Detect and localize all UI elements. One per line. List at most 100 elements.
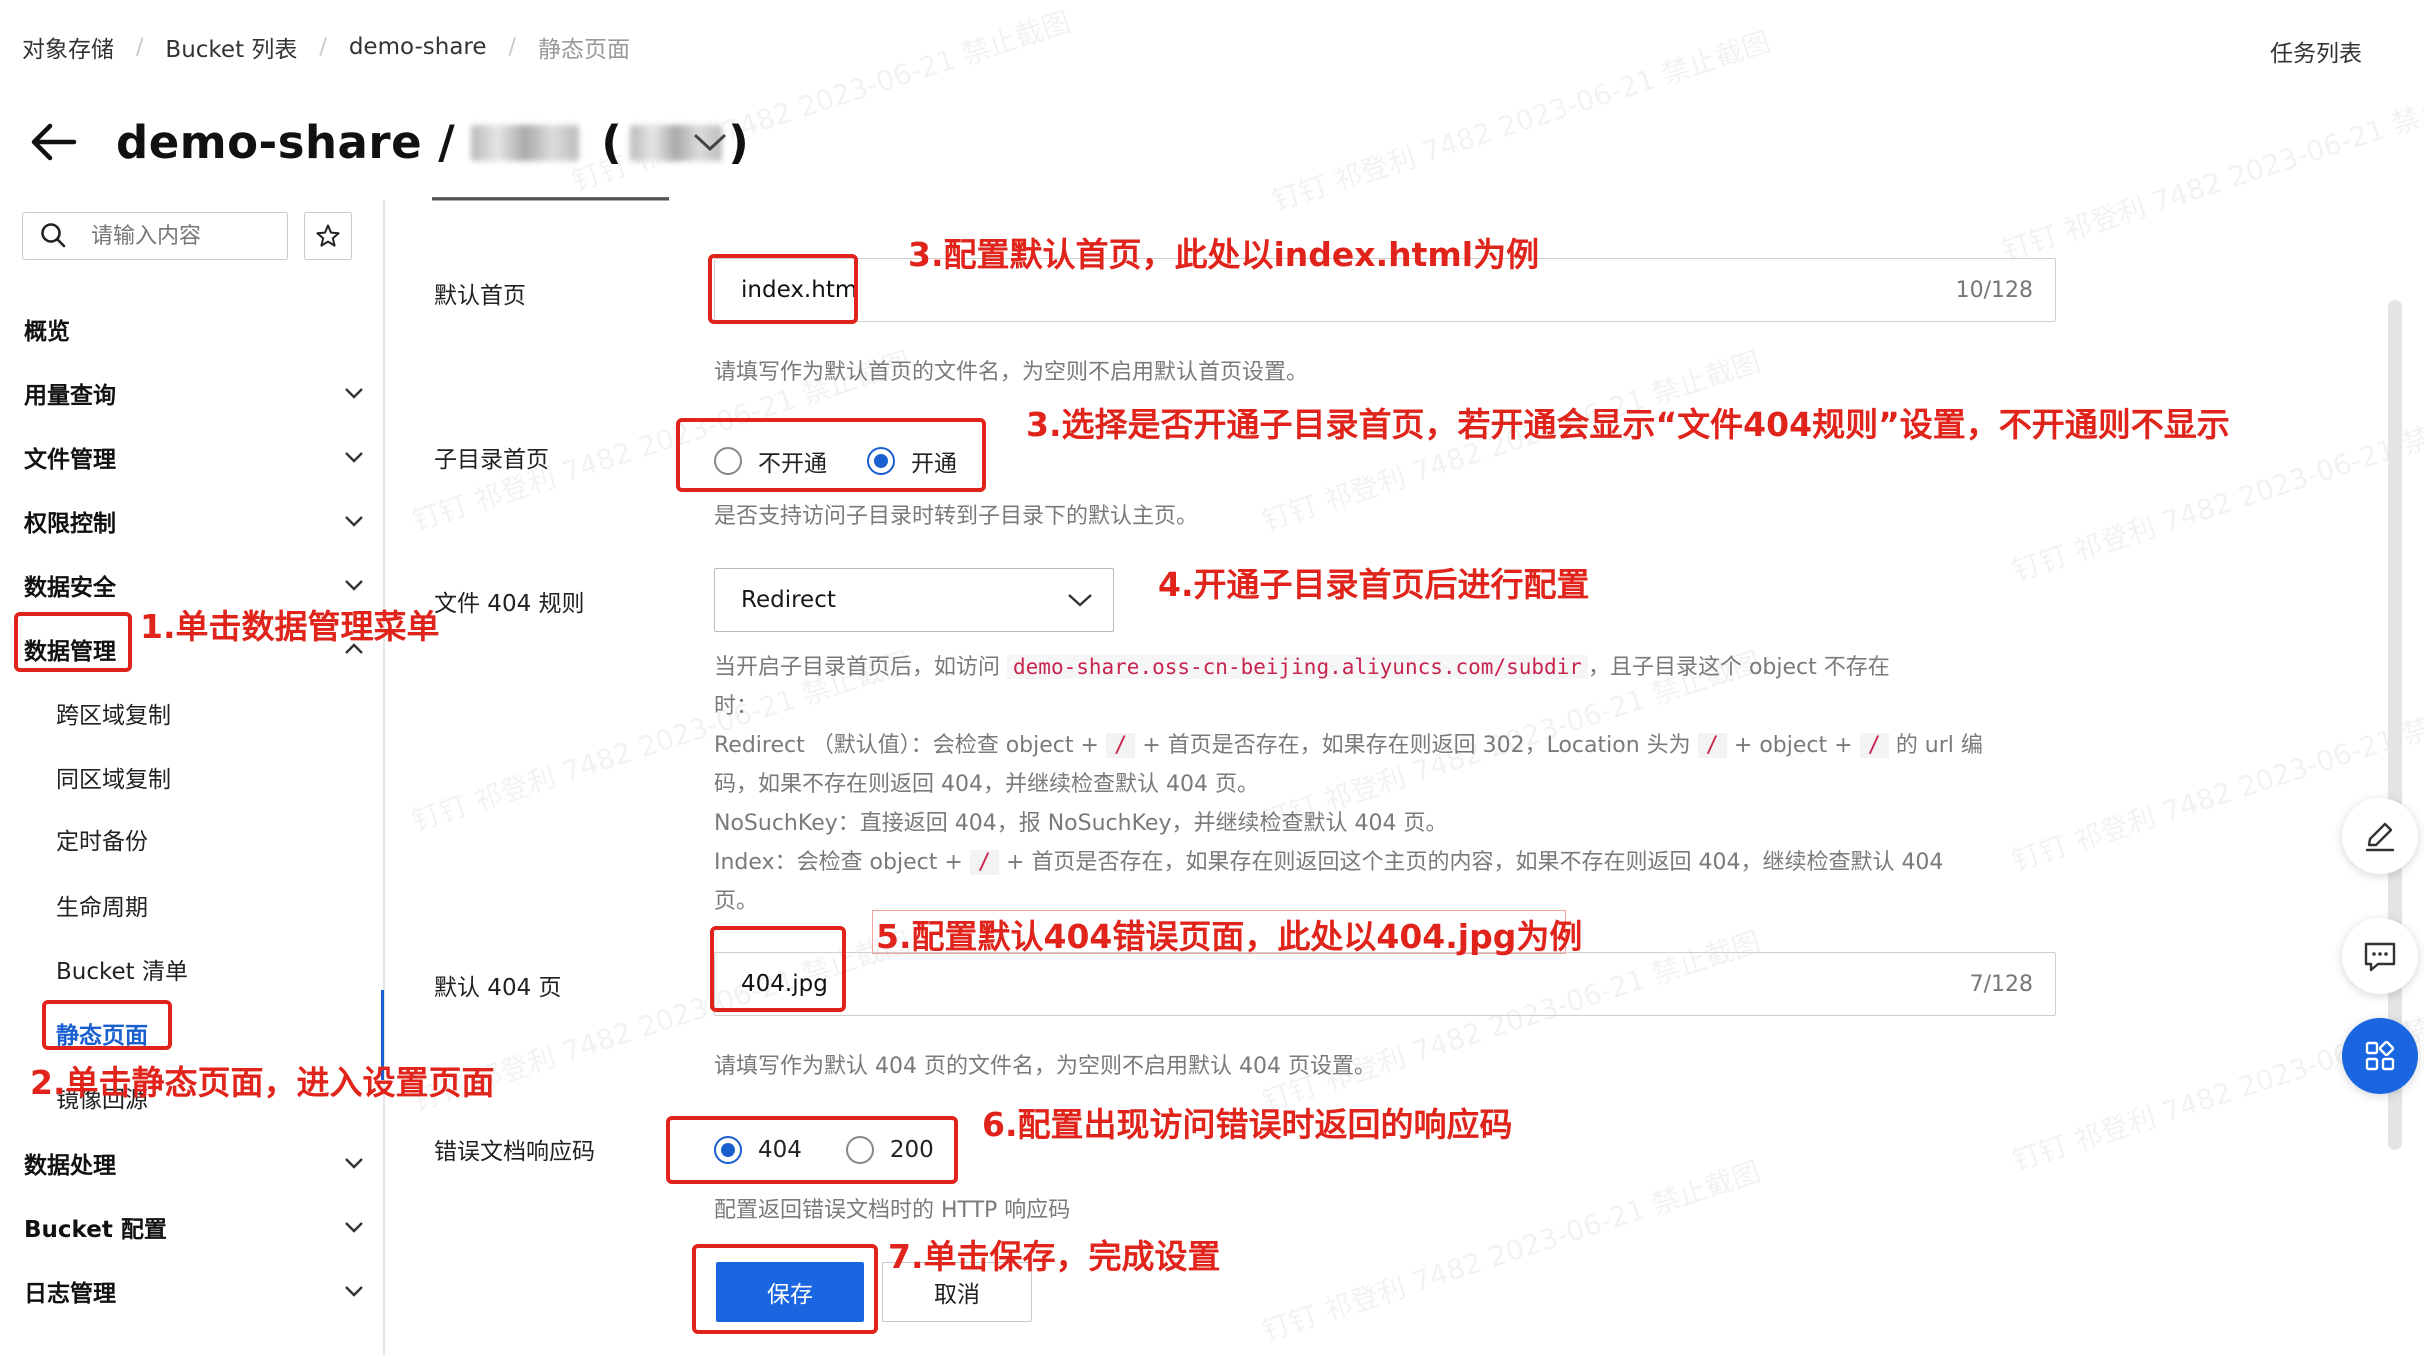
desc-line: 时： bbox=[714, 694, 759, 719]
sidebar-item-overview[interactable]: 概览 bbox=[24, 312, 364, 346]
char-count: 10/128 bbox=[1955, 277, 2033, 303]
desc-text: Redirect （默认值）：会检查 object + bbox=[714, 733, 1099, 758]
desc-line: 码，如果不存在则返回 404，并继续检查默认 404 页。 bbox=[714, 772, 1259, 797]
chevron-down-icon bbox=[345, 580, 363, 591]
annotation-box-data-management bbox=[14, 612, 132, 672]
sidebar-item-bucket-config[interactable]: Bucket 配置 bbox=[24, 1210, 364, 1244]
desc-line: Redirect （默认值）：会检查 object + / + 首页是否存在，如… bbox=[714, 726, 2054, 765]
chat-button[interactable] bbox=[2342, 918, 2418, 994]
sidebar-item-scheduled-backup[interactable]: 定时备份 bbox=[56, 822, 148, 856]
chevron-down-icon bbox=[1068, 594, 1092, 607]
annotation-step5: 5.配置默认404错误页面，此处以404.jpg为例 bbox=[876, 917, 1583, 956]
default-index-label: 默认首页 bbox=[434, 283, 526, 309]
sidebar-search[interactable] bbox=[22, 212, 288, 260]
sidebar-item-data-security[interactable]: 数据安全 bbox=[24, 568, 364, 602]
sidebar-item-label: 概览 bbox=[24, 319, 70, 345]
subdir-index-help: 是否支持访问子目录时转到子目录下的默认主页。 bbox=[714, 504, 1199, 529]
star-icon bbox=[316, 224, 340, 247]
feedback-button[interactable] bbox=[2342, 798, 2418, 874]
page-title-text: demo-share / bbox=[116, 116, 456, 169]
slash-code: / bbox=[1105, 733, 1136, 758]
annotation-box-default-index bbox=[708, 254, 858, 324]
sidebar-item-permission[interactable]: 权限控制 bbox=[24, 504, 364, 538]
breadcrumb-item[interactable]: 对象存储 bbox=[22, 30, 114, 64]
file-404-rule-select[interactable]: Redirect bbox=[714, 568, 1114, 632]
desc-text: + 首页是否存在，如果存在则返回这个主页的内容，如果不存在则返回 404，继续检… bbox=[1006, 850, 1944, 875]
favorite-button[interactable] bbox=[304, 212, 352, 260]
task-list-link[interactable]: 任务列表 bbox=[2270, 34, 2362, 68]
sidebar-item-same-region-replication[interactable]: 同区域复制 bbox=[56, 760, 171, 794]
breadcrumb-current: 静态页面 bbox=[537, 37, 630, 63]
desc-text: ，且子目录这个 object 不存在 bbox=[1587, 655, 1890, 680]
sidebar-item-data-processing[interactable]: 数据处理 bbox=[24, 1146, 364, 1180]
apps-button[interactable] bbox=[2342, 1018, 2418, 1094]
title-paren-close: ) bbox=[728, 116, 750, 169]
sidebar-item-label: 用量查询 bbox=[24, 383, 116, 409]
sidebar-item-label: 权限控制 bbox=[24, 511, 116, 537]
char-count: 7/128 bbox=[1969, 971, 2033, 997]
sidebar-item-label: Bucket 配置 bbox=[24, 1217, 167, 1243]
error-code-label: 错误文档响应码 bbox=[434, 1139, 595, 1165]
sidebar-item-label: 数据处理 bbox=[24, 1153, 116, 1179]
edit-icon bbox=[2365, 822, 2395, 852]
annotation-step3b: 3.选择是否开通子目录首页，若开通会显示“文件404规则”设置，不开通则不显示 bbox=[1026, 405, 2230, 444]
file-404-rule-label: 文件 404 规则 bbox=[434, 591, 585, 617]
sidebar-item-log-management[interactable]: 日志管理 bbox=[24, 1274, 364, 1308]
annotation-step7: 7.单击保存，完成设置 bbox=[888, 1237, 1221, 1276]
breadcrumb-item[interactable]: Bucket 列表 bbox=[165, 30, 297, 64]
desc-line: NoSuchKey：直接返回 404，报 NoSuchKey，并继续检查默认 4… bbox=[714, 811, 1448, 836]
breadcrumb-separator: / bbox=[319, 34, 327, 60]
clipped-description: ▁▁▁▁▁▁▁▁▁▁▁▁▁▁ bbox=[432, 190, 1332, 212]
search-input[interactable] bbox=[91, 223, 281, 249]
sidebar-item-label: 文件管理 bbox=[24, 447, 116, 473]
file-404-rule-description: 当开启子目录首页后，如访问 demo-share.oss-cn-beijing.… bbox=[714, 648, 2054, 921]
annotation-step4: 4.开通子目录首页后进行配置 bbox=[1158, 565, 1590, 604]
default-404-input[interactable]: 404.jpg 7/128 bbox=[714, 952, 2056, 1016]
breadcrumb-separator: / bbox=[136, 34, 144, 60]
sidebar-item-lifecycle[interactable]: 生命周期 bbox=[56, 888, 148, 922]
default-index-help: 请填写作为默认首页的文件名，为空则不启用默认首页设置。 bbox=[714, 360, 1309, 385]
redacted-name bbox=[471, 124, 580, 161]
breadcrumb: 对象存储 / Bucket 列表 / demo-share / 静态页面 bbox=[22, 30, 630, 64]
annotation-step3a: 3.配置默认首页，此处以index.html为例 bbox=[908, 235, 1540, 274]
example-url: demo-share.oss-cn-beijing.aliyuncs.com/s… bbox=[1007, 655, 1588, 679]
annotation-box-default-404 bbox=[710, 926, 846, 1012]
desc-line: 当开启子目录首页后，如访问 demo-share.oss-cn-beijing.… bbox=[714, 648, 2054, 687]
annotation-step1: 1.单击数据管理菜单 bbox=[140, 607, 440, 646]
title-paren-open: ( bbox=[601, 116, 623, 169]
sidebar-item-usage[interactable]: 用量查询 bbox=[24, 376, 364, 410]
desc-text: + 首页是否存在，如果存在则返回 302，Location 头为 bbox=[1142, 733, 1691, 758]
page-title: demo-share / ( ) bbox=[116, 116, 749, 169]
desc-text: Index：会检查 object + bbox=[714, 850, 963, 875]
chevron-down-icon bbox=[345, 388, 363, 399]
watermark: 钉钉 祁登利 7482 2023-06-21 禁止截图 bbox=[1268, 25, 1775, 218]
chevron-down-icon bbox=[345, 452, 363, 463]
slash-code: / bbox=[1859, 733, 1889, 758]
desc-text: 当开启子目录首页后，如访问 bbox=[714, 655, 1001, 680]
chevron-down-icon bbox=[345, 1158, 363, 1169]
slash-code: / bbox=[969, 850, 1000, 875]
watermark: 钉钉 祁登利 7482 2023-06-21 禁止截图 bbox=[1258, 1155, 1765, 1348]
chevron-down-icon bbox=[345, 516, 363, 527]
select-value: Redirect bbox=[741, 587, 836, 613]
watermark: 钉钉 祁登利 7482 2023-06-21 禁止截图 bbox=[1998, 75, 2424, 268]
chat-icon bbox=[2364, 942, 2396, 972]
chevron-down-icon bbox=[345, 1222, 363, 1233]
sidebar-item-label: 日志管理 bbox=[24, 1281, 116, 1307]
sidebar-item-files[interactable]: 文件管理 bbox=[24, 440, 364, 474]
annotation-step2: 2.单击静态页面，进入设置页面 bbox=[30, 1063, 495, 1102]
annotation-box-save bbox=[692, 1244, 878, 1334]
annotation-step6: 6.配置出现访问错误时返回的响应码 bbox=[982, 1105, 1513, 1144]
slash-code: / bbox=[1697, 733, 1727, 758]
desc-text: 的 url 编 bbox=[1895, 733, 1983, 758]
breadcrumb-item[interactable]: demo-share bbox=[349, 34, 487, 60]
desc-line: Index：会检查 object + / + 首页是否存在，如果存在则返回这个主… bbox=[714, 843, 2054, 882]
sidebar-item-cross-region-replication[interactable]: 跨区域复制 bbox=[56, 696, 171, 730]
back-arrow-icon[interactable] bbox=[30, 118, 78, 166]
chevron-down-icon bbox=[345, 1286, 363, 1297]
chevron-down-icon[interactable] bbox=[692, 128, 728, 156]
breadcrumb-separator: / bbox=[508, 34, 516, 60]
sidebar-item-bucket-inventory[interactable]: Bucket 清单 bbox=[56, 952, 188, 986]
search-icon bbox=[41, 223, 66, 248]
sidebar-item-label: 数据安全 bbox=[24, 575, 116, 601]
